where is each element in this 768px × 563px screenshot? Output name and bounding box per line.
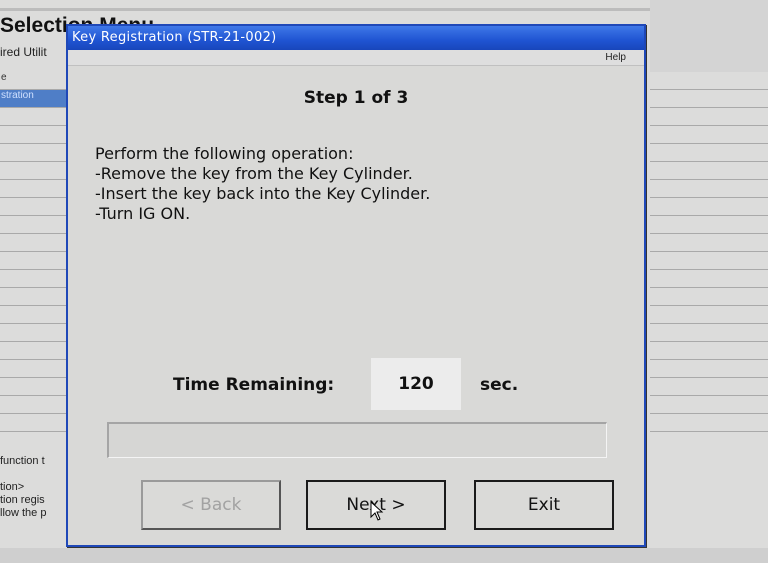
instructions-text: Perform the following operation: -Remove… [95,144,615,224]
description-line: tion regis [0,494,45,506]
list-item[interactable] [0,162,68,180]
list-row-line [650,306,768,324]
list-item[interactable] [0,198,68,216]
list-item[interactable] [0,324,68,342]
help-menu[interactable]: Help [605,52,626,63]
list-item-selected[interactable]: stration [0,90,68,108]
time-unit-label: sec. [480,375,519,395]
background-description: function t tion> tion regis llow the p [0,455,68,520]
key-registration-dialog: Key Registration (STR-21-002) Help Step … [66,24,646,547]
list-item[interactable] [0,342,68,360]
instruction-line: -Remove the key from the Key Cylinder. [95,164,413,183]
list-item[interactable] [0,216,68,234]
description-line: function t [0,455,45,467]
list-row-line [650,288,768,306]
background-list: e stration [0,72,68,462]
list-row-line [650,396,768,414]
progress-bar [107,422,607,458]
list-item[interactable] [0,378,68,396]
instruction-line: -Turn IG ON. [95,204,191,223]
list-row-line [650,270,768,288]
instruction-line: Perform the following operation: [95,144,354,163]
list-item[interactable] [0,306,68,324]
list-row-line [650,360,768,378]
list-row-line [650,324,768,342]
list-item[interactable] [0,252,68,270]
description-line [0,468,68,481]
list-row-line [650,126,768,144]
list-row-line [650,180,768,198]
list-row-line [650,144,768,162]
description-line: llow the p [0,507,47,519]
time-remaining-row: Time Remaining: 120 sec. [173,358,553,410]
dialog-title-bar[interactable]: Key Registration (STR-21-002) [68,26,644,50]
list-row-line [650,252,768,270]
list-item[interactable] [0,108,68,126]
mouse-cursor-icon [370,501,384,521]
list-row-line [650,90,768,108]
list-item[interactable]: e [0,72,68,90]
list-item[interactable] [0,396,68,414]
list-item[interactable] [0,180,68,198]
list-item[interactable] [0,360,68,378]
list-row-line [650,72,768,90]
time-remaining-label: Time Remaining: [173,375,335,395]
dialog-title: Key Registration (STR-21-002) [72,30,277,45]
list-item[interactable] [0,234,68,252]
background-right-list [650,72,768,442]
background-subtitle: ired Utilit [0,45,47,59]
back-button[interactable]: < Back [141,480,281,530]
list-item[interactable] [0,144,68,162]
list-item[interactable] [0,270,68,288]
list-row-line [650,378,768,396]
list-row-line [650,162,768,180]
list-item[interactable] [0,126,68,144]
list-row-line [650,414,768,432]
background-right-panel [650,0,768,72]
exit-button[interactable]: Exit [474,480,614,530]
list-item[interactable] [0,288,68,306]
list-row-line [650,198,768,216]
step-indicator: Step 1 of 3 [303,88,409,108]
list-row-line [650,216,768,234]
background-bottom-strip [0,548,768,563]
list-row-line [650,234,768,252]
instruction-line: -Insert the key back into the Key Cylind… [95,184,431,203]
description-line: tion> [0,481,25,493]
list-row-line [650,342,768,360]
time-remaining-value: 120 [371,358,461,410]
list-row-line [650,108,768,126]
dialog-menu-bar: Help [68,50,644,66]
list-item[interactable] [0,414,68,432]
